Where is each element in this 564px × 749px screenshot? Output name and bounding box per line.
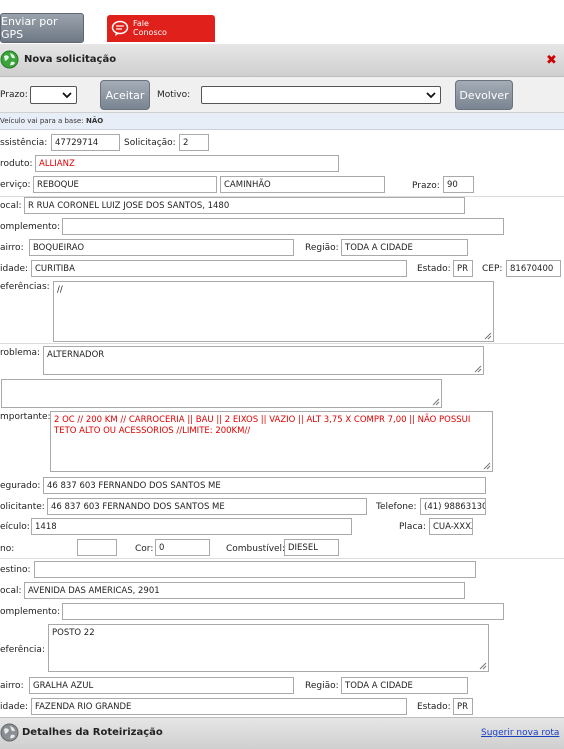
divider <box>0 558 564 559</box>
produto-label: roduto: <box>0 159 33 169</box>
bairro-field[interactable]: BOQUEIRAO <box>29 239 294 256</box>
problema-label: roblema: <box>0 348 41 358</box>
segurado-label: egurado: <box>0 481 41 491</box>
referencias-textarea[interactable]: // <box>53 281 494 342</box>
telefone-field[interactable]: (41) 98863130 <box>420 498 486 515</box>
cep-field[interactable]: 81670400 <box>506 260 561 277</box>
local-field[interactable]: R RUA CORONEL LUIZ JOSE DOS SANTOS, 1480 <box>24 197 465 214</box>
accept-label: Aceitar <box>105 88 145 102</box>
destino-estado-field[interactable]: PR <box>453 698 473 715</box>
return-button[interactable]: Devolver <box>455 80 513 110</box>
resize-grip-icon <box>432 398 440 406</box>
chevron-down-icon <box>62 90 72 100</box>
contact-us-button[interactable]: Fale Conosco <box>107 15 215 42</box>
resize-grip-icon <box>483 462 491 470</box>
complemento-label: omplemento: <box>0 222 61 232</box>
destino-label: estino: <box>0 565 31 575</box>
destino-complemento-label: omplemento: <box>0 607 61 617</box>
placa-field[interactable]: CUA-XXXX <box>429 518 473 535</box>
veiculo-label: eículo: <box>0 522 30 532</box>
assistencia-field[interactable]: 47729714 <box>51 134 120 151</box>
servico-tipo-field[interactable]: CAMINHÃO <box>220 176 385 193</box>
dialog-title: Nova solicitação <box>24 54 117 65</box>
servico-field[interactable]: REBOQUE <box>33 176 217 193</box>
destino-local-label: ocal: <box>0 586 22 596</box>
estado-label: Estado: <box>417 264 451 274</box>
estado-field[interactable]: PR <box>453 260 473 277</box>
destino-complemento-field[interactable] <box>62 603 504 620</box>
assistencia-label: ssistência: <box>0 138 48 148</box>
send-gps-button[interactable]: Enviar por GPS <box>0 13 84 43</box>
destino-regiao-label: Região: <box>305 681 339 691</box>
servico-prazo-label: Prazo: <box>412 181 440 191</box>
combustivel-label: Combustível: <box>226 544 286 554</box>
destino-referencia-textarea[interactable]: POSTO 22 <box>48 624 489 672</box>
contact-us-label-1: Fale <box>133 19 149 28</box>
destino-bairro-field[interactable]: GRALHA AZUL <box>29 677 294 694</box>
telefone-label: Telefone: <box>376 502 417 512</box>
routing-details-bar: Detalhes da Roteirização Sugerir nova ro… <box>0 717 564 749</box>
base-info-bar: Veículo vai para a base: NÃO <box>0 113 564 130</box>
cor-field[interactable]: 0 <box>155 539 210 556</box>
placa-label: Placa: <box>399 522 426 532</box>
solicitante-field[interactable]: 46 837 603 FERNANDO DOS SANTOS ME <box>47 498 367 515</box>
motivo-label: Motivo: <box>157 90 191 100</box>
destino-local-field[interactable]: AVENIDA DAS AMERICAS, 2901 <box>24 582 465 599</box>
routing-details-title: Detalhes da Roteirização <box>22 727 163 738</box>
produto-field[interactable]: ALLIANZ <box>35 155 339 172</box>
combustivel-field[interactable]: DIESEL <box>284 539 339 556</box>
cidade-label: idade: <box>0 264 29 274</box>
prazo-select[interactable] <box>30 86 77 104</box>
veiculo-field[interactable]: 1418 <box>31 518 352 535</box>
ano-label: no: <box>0 544 15 554</box>
motivo-select[interactable] <box>201 86 441 104</box>
destino-regiao-field[interactable]: TODA A CIDADE <box>341 677 468 694</box>
destino-estado-label: Estado: <box>417 702 451 712</box>
importante-textarea[interactable]: 2 OC // 200 KM // CARROCERIA || BAU || 2… <box>50 411 493 472</box>
cidade-field[interactable]: CURITIBA <box>31 260 407 277</box>
solicitante-label: olicitante: <box>0 502 45 512</box>
resize-grip-icon <box>479 662 487 670</box>
segurado-field[interactable]: 46 837 603 FERNANDO DOS SANTOS ME <box>43 477 486 494</box>
globe-icon <box>0 50 19 69</box>
close-icon[interactable]: ✖ <box>546 53 557 68</box>
ano-field[interactable] <box>77 539 117 556</box>
resize-grip-icon <box>484 332 492 340</box>
destino-cidade-label: idade: <box>0 702 29 712</box>
regiao-field[interactable]: TODA A CIDADE <box>341 239 468 256</box>
suggest-route-link[interactable]: Sugerir nova rota <box>481 728 559 738</box>
send-gps-label: Enviar por GPS <box>1 15 58 41</box>
dialog-titlebar: Nova solicitação ✖ <box>0 44 564 77</box>
resize-grip-icon <box>474 365 482 373</box>
return-label: Devolver <box>459 88 509 102</box>
extra-textarea[interactable] <box>1 379 442 408</box>
destino-referencia-label: eferência: <box>0 645 45 655</box>
complemento-field[interactable] <box>62 218 504 235</box>
action-bar: Prazo: Aceitar Motivo: Devolver <box>0 77 564 113</box>
chat-bubble-icon <box>111 20 129 37</box>
servico-label: erviço: <box>0 180 31 190</box>
bairro-label: airro: <box>0 243 24 253</box>
solicitacao-label: Solicitação: <box>124 138 176 148</box>
destino-bairro-label: airro: <box>0 681 24 691</box>
local-label: ocal: <box>0 201 22 211</box>
destino-cidade-field[interactable]: FAZENDA RIO GRANDE <box>31 698 407 715</box>
accept-button[interactable]: Aceitar <box>100 80 150 110</box>
chevron-down-icon <box>426 90 436 100</box>
solicitacao-field[interactable]: 2 <box>179 134 209 151</box>
destino-field[interactable] <box>34 561 476 578</box>
contact-us-label-2: Conosco <box>133 28 167 37</box>
referencias-label: eferências: <box>0 282 50 292</box>
problema-textarea[interactable]: ALTERNADOR <box>43 346 484 375</box>
base-info-label: Veículo vai para a base: <box>0 117 84 125</box>
servico-prazo-field[interactable]: 90 <box>443 176 474 193</box>
cep-label: CEP: <box>482 264 503 274</box>
divider <box>0 343 564 344</box>
base-info-value: NÃO <box>86 117 104 125</box>
regiao-label: Região: <box>305 243 339 253</box>
importante-label: mportante: <box>0 412 51 422</box>
prazo-select-label: Prazo: <box>0 90 28 100</box>
globe-icon <box>0 723 19 745</box>
cor-label: Cor: <box>135 544 154 554</box>
